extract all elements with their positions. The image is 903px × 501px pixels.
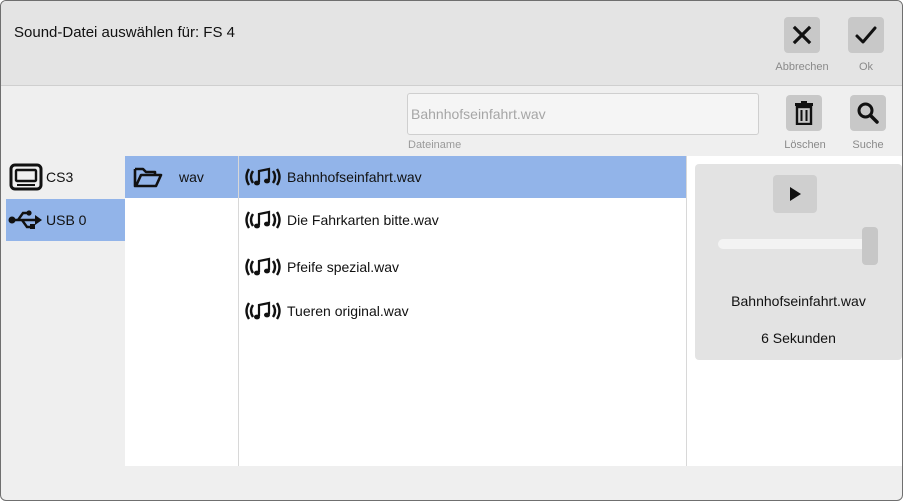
filename-caption: Dateiname [408, 139, 462, 151]
cancel-button-label: Abbrechen [775, 61, 829, 73]
cancel-button[interactable] [784, 17, 820, 53]
file-item[interactable]: Die Fahrkarten bitte.wav [239, 199, 686, 241]
device-label-usb: USB 0 [46, 212, 87, 228]
dialog-frame: Sound-Datei auswählen für: FS 4 Abbreche… [0, 0, 903, 501]
folder-label-wav: wav [179, 169, 204, 185]
filename-field[interactable]: Bahnhofseinfahrt.wav [407, 93, 759, 135]
file-item[interactable]: Bahnhofseinfahrt.wav [239, 156, 686, 198]
ok-button-label: Ok [858, 61, 874, 73]
delete-button-label: Löschen [784, 139, 826, 151]
magnifier-icon [857, 102, 879, 124]
dialog-title: Sound-Datei auswählen für: FS 4 [14, 24, 235, 41]
volume-slider[interactable] [718, 239, 876, 249]
usb-icon [6, 209, 46, 231]
device-label-cs3: CS3 [46, 169, 74, 185]
trash-icon [795, 101, 813, 125]
search-button-label: Suche [852, 139, 884, 151]
volume-slider-thumb[interactable] [862, 227, 878, 265]
device-screen-icon [6, 163, 46, 191]
search-button[interactable] [850, 95, 886, 131]
device-item-usb[interactable]: USB 0 [6, 199, 125, 241]
folder-list [125, 156, 239, 466]
play-icon [790, 187, 801, 201]
dialog-header: Sound-Datei auswählen für: FS 4 Abbreche… [1, 1, 902, 86]
file-item[interactable]: Tueren original.wav [239, 290, 686, 332]
sound-note-icon [239, 166, 287, 188]
sound-note-icon [239, 256, 287, 278]
preview-duration: 6 Sekunden [761, 330, 836, 346]
folder-open-icon [125, 166, 171, 188]
play-button[interactable] [773, 175, 817, 213]
delete-button[interactable] [786, 95, 822, 131]
sound-note-icon [239, 300, 287, 322]
device-item-cs3[interactable]: CS3 [6, 156, 125, 198]
file-label: Bahnhofseinfahrt.wav [287, 169, 422, 185]
preview-filename: Bahnhofseinfahrt.wav [731, 293, 866, 309]
ok-button[interactable] [848, 17, 884, 53]
check-icon [855, 26, 877, 44]
file-label: Pfeife spezial.wav [287, 259, 400, 275]
file-label: Die Fahrkarten bitte.wav [287, 212, 439, 228]
file-item[interactable]: Pfeife spezial.wav [239, 246, 686, 288]
file-label: Tueren original.wav [287, 303, 409, 319]
close-icon [792, 25, 812, 45]
folder-item-wav[interactable]: wav [125, 156, 238, 198]
sound-note-icon [239, 209, 287, 231]
